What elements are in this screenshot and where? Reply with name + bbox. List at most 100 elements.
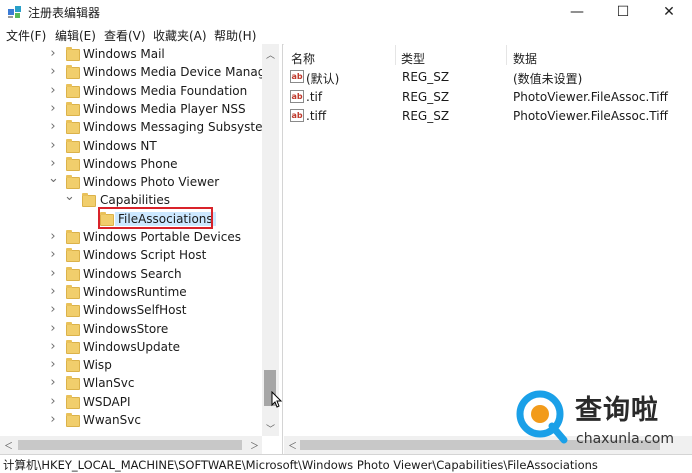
column-header-type[interactable]: 类型 [401, 50, 425, 67]
chevron-right-icon[interactable]: › [48, 266, 58, 281]
string-value-icon: ab [290, 89, 304, 103]
window-title: 注册表编辑器 [28, 6, 101, 20]
column-header-data[interactable]: 数据 [513, 50, 537, 67]
tree-item-label: Windows Messaging Subsystem [83, 120, 275, 135]
tree-item[interactable]: › WindowsRuntime [0, 284, 262, 302]
tree-item-label: Windows Search [83, 266, 182, 281]
tree-item-label: WSDAPI [83, 394, 131, 409]
tree-item[interactable]: › Windows Media Device Manager [0, 64, 278, 82]
string-value-icon: ab [290, 70, 304, 83]
tree-item-label: Windows Phone [83, 156, 178, 171]
chevron-down-icon[interactable]: ⌄ [64, 189, 75, 204]
maximize-icon: ☐ [616, 4, 630, 20]
maximize-button[interactable]: ☐ [600, 0, 646, 24]
value-row[interactable]: ab (默认) REG_SZ (数值未设置) [288, 68, 688, 87]
tree-item[interactable]: › Windows Search [0, 266, 262, 284]
value-data: PhotoViewer.FileAssoc.Tiff [513, 109, 668, 123]
chevron-right-icon[interactable]: › [48, 119, 58, 134]
folder-icon [66, 230, 80, 244]
menu-view[interactable]: 查看(V) [104, 27, 146, 44]
tree-item[interactable]: › Windows Portable Devices [0, 229, 262, 247]
value-row[interactable]: ab .tiff REG_SZ PhotoViewer.FileAssoc.Tiff [288, 107, 688, 126]
tree-item[interactable]: › WindowsStore [0, 321, 262, 339]
chevron-right-icon[interactable]: › [48, 64, 58, 79]
menu-favorites[interactable]: 收藏夹(A) [153, 27, 207, 44]
close-button[interactable]: ✕ [646, 0, 692, 24]
chevron-right-icon[interactable]: › [48, 101, 58, 116]
scroll-left-arrow-icon[interactable]: ＜ [4, 439, 13, 452]
annotation-highlight-box [98, 207, 213, 229]
menu-file[interactable]: 文件(F) [6, 27, 46, 44]
scroll-down-arrow-icon[interactable]: ﹀ [266, 422, 275, 435]
tree-horizontal-thumb[interactable] [18, 440, 242, 450]
folder-icon [66, 120, 80, 135]
folder-icon [66, 413, 80, 427]
column-header-name[interactable]: 名称 [291, 50, 315, 67]
tree-item[interactable]: › WindowsSelfHost [0, 302, 262, 320]
tree-item[interactable]: › WindowsUpdate [0, 339, 262, 357]
chevron-right-icon[interactable]: › [48, 284, 58, 299]
folder-icon [66, 303, 80, 318]
tree-item[interactable]: › Windows Mail [0, 46, 262, 64]
regedit-app-icon [8, 6, 21, 18]
menu-edit[interactable]: 编辑(E) [55, 27, 96, 44]
chevron-right-icon[interactable]: › [48, 375, 58, 390]
tree-item[interactable]: › WSDAPI [0, 394, 262, 412]
scroll-up-arrow-icon[interactable]: ︿ [266, 48, 275, 61]
column-divider[interactable] [506, 45, 507, 65]
tree-item[interactable]: › Windows Media Foundation [0, 83, 262, 101]
chevron-right-icon[interactable]: › [48, 302, 58, 317]
menu-help[interactable]: 帮助(H) [214, 27, 256, 44]
value-name: .tif [306, 89, 323, 104]
close-icon: ✕ [663, 4, 675, 20]
scroll-left-arrow-icon[interactable]: ＜ [288, 439, 297, 452]
chevron-down-icon[interactable]: ⌄ [48, 171, 59, 186]
value-name: (默认) [306, 72, 340, 86]
tree-item[interactable]: ⌄ Windows Photo Viewer [0, 171, 262, 192]
chevron-right-icon[interactable]: › [48, 394, 58, 409]
folder-icon [66, 394, 80, 409]
column-divider[interactable] [395, 45, 396, 65]
value-type: REG_SZ [402, 70, 450, 84]
tree-item[interactable]: › Windows Media Player NSS [0, 101, 262, 119]
chevron-right-icon[interactable]: › [48, 83, 58, 98]
folder-icon [66, 175, 80, 190]
folder-icon [66, 83, 80, 98]
chevron-right-icon[interactable]: › [48, 46, 58, 61]
tree-item[interactable]: › WlanSvc [0, 375, 262, 393]
tree-item[interactable]: › Windows Phone [0, 156, 262, 174]
tree-item-label: WindowsRuntime [83, 284, 187, 299]
tree-item[interactable]: › Windows Messaging Subsystem [0, 119, 274, 137]
tree-item-label: Wisp [83, 358, 112, 373]
chevron-right-icon[interactable]: › [48, 156, 58, 171]
folder-icon [66, 138, 80, 153]
tree-item-label: WindowsSelfHost [83, 303, 187, 318]
tree-item[interactable]: › Wisp [0, 357, 262, 375]
tree-item[interactable]: › WwanSvc [0, 412, 262, 430]
watermark-brand: 查询啦 [575, 395, 659, 426]
tree-item-label: Windows NT [83, 138, 157, 153]
tree-item[interactable]: › Windows NT [0, 138, 262, 156]
tree-item-label: Windows Photo Viewer [83, 175, 220, 190]
folder-icon [66, 156, 80, 171]
value-name: .tiff [306, 109, 327, 123]
folder-icon [66, 284, 80, 299]
tree-item-label: WindowsUpdate [83, 339, 181, 354]
scroll-right-arrow-icon[interactable]: ＞ [250, 439, 259, 452]
tree-item-label: WlanSvc [83, 376, 135, 391]
chevron-right-icon[interactable]: › [48, 339, 58, 354]
tree-item-label: WindowsStore [83, 321, 169, 336]
value-row[interactable]: ab .tif REG_SZ PhotoViewer.FileAssoc.Tiff [288, 88, 688, 107]
chevron-right-icon[interactable]: › [48, 357, 58, 372]
chevron-right-icon[interactable]: › [48, 229, 58, 244]
minimize-icon: — [570, 4, 584, 20]
chevron-right-icon[interactable]: › [48, 412, 58, 427]
minimize-button[interactable]: — [554, 0, 600, 24]
tree-item[interactable]: › Windows Script Host [0, 247, 262, 265]
chevron-right-icon[interactable]: › [48, 138, 58, 153]
folder-icon [66, 376, 80, 391]
chevron-right-icon[interactable]: › [48, 321, 58, 336]
string-value-icon: ab [290, 109, 304, 122]
chaxunla-logo-icon [516, 390, 568, 444]
chevron-right-icon[interactable]: › [48, 247, 58, 262]
